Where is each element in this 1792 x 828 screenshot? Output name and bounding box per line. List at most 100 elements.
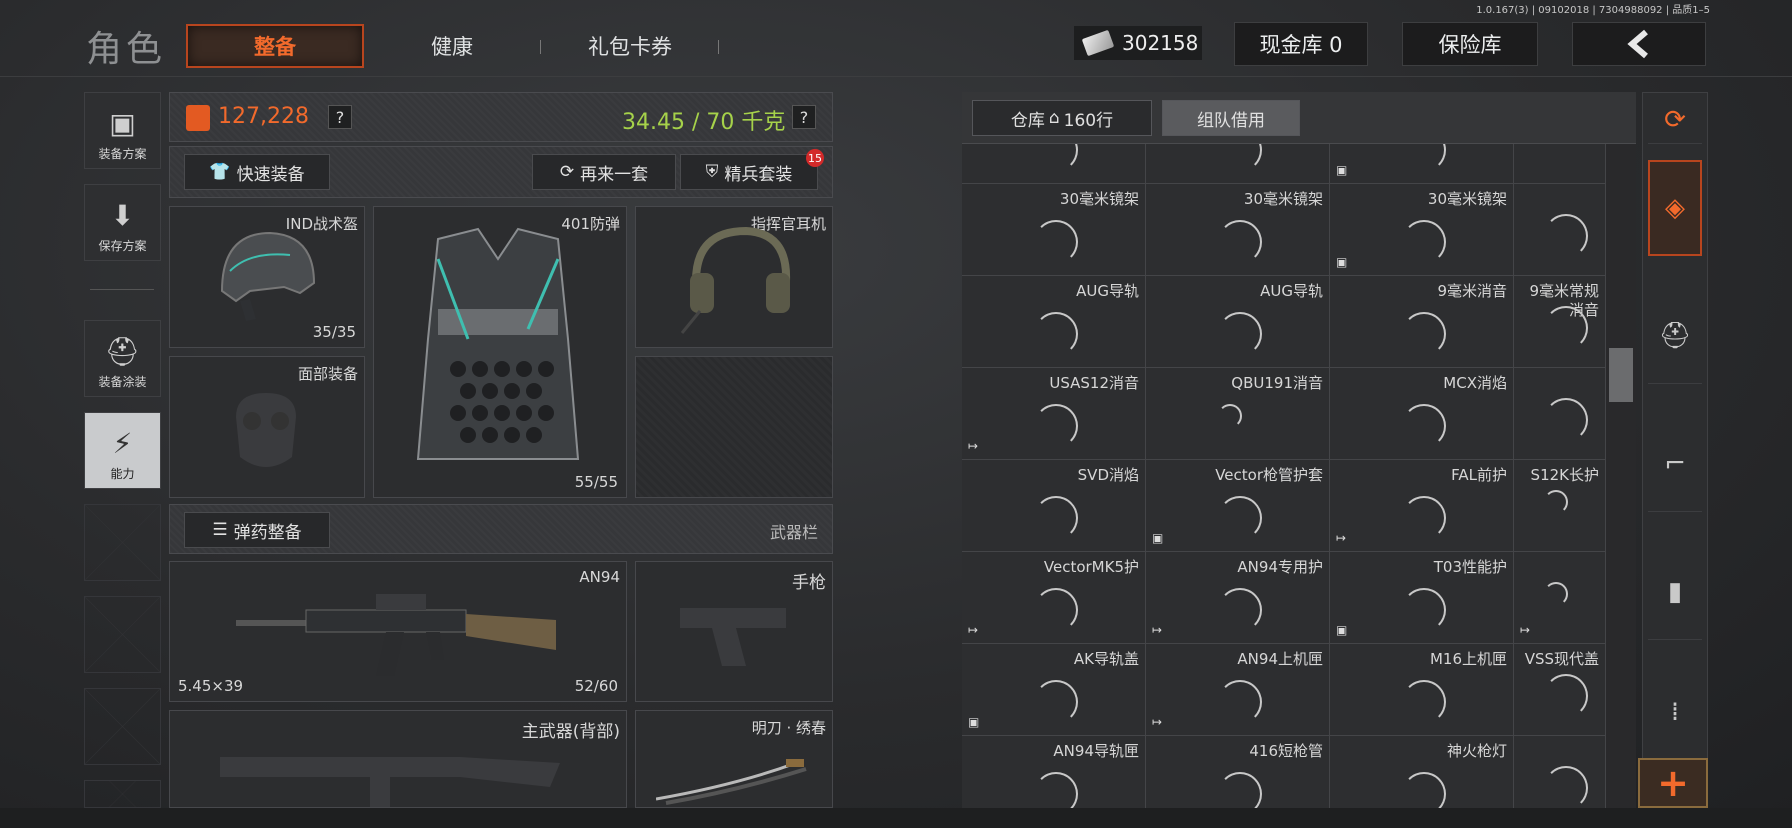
inventory-item-name: M16上机匣 (1429, 650, 1507, 668)
weapon-bar-label: 武器栏 (769, 523, 818, 542)
helmet-slot[interactable]: IND战术盔 35/35 (169, 206, 365, 348)
sword-icon (656, 759, 807, 805)
safe-button[interactable]: 保险库 (1402, 22, 1538, 66)
inventory-item[interactable]: AN94专用护 ↦ (1146, 552, 1330, 644)
secondary-weapon-slot[interactable]: 主武器(背部) (169, 710, 627, 808)
back-button[interactable] (1572, 22, 1706, 66)
stack-active-icon[interactable]: ◈ (1648, 160, 1702, 256)
inventory-item[interactable] (1514, 184, 1606, 276)
exit-icon: ↦ (1520, 623, 1531, 637)
inventory-item[interactable]: 9毫米消音 (1330, 276, 1514, 368)
inventory-item[interactable]: AN94导轨匣 (962, 736, 1146, 808)
inventory-item-name: 416短枪管 (1249, 742, 1323, 760)
stack-refresh-icon[interactable]: ⟳ (1648, 96, 1702, 144)
pistol-slot[interactable]: 手枪 (635, 561, 833, 702)
headset-icon (680, 226, 791, 334)
inventory-item[interactable]: 30毫米镜架 (1146, 184, 1330, 276)
melee-slot[interactable]: 明刀 · 绣春 (635, 710, 833, 808)
empty-equipment-slot[interactable] (635, 356, 833, 498)
scroll-thumb[interactable] (1609, 348, 1633, 402)
weight-help-button[interactable]: ? (792, 105, 816, 129)
quick-equip-button[interactable]: 👕 快速装备 (184, 154, 330, 190)
ammo-icon[interactable]: ⁞ (1648, 672, 1702, 752)
inventory-item[interactable] (1514, 368, 1606, 460)
inventory-item-name: AN94专用护 (1237, 558, 1323, 576)
inventory-item[interactable]: ▣ (1330, 144, 1514, 184)
inventory-item[interactable] (1514, 144, 1606, 184)
again-button[interactable]: ⟳ 再来一套 (532, 154, 676, 190)
inventory-scrollbar[interactable] (1606, 144, 1636, 808)
add-button[interactable]: + (1638, 758, 1708, 808)
inventory-item[interactable]: 30毫米镜架 (962, 184, 1146, 276)
sidebar-empty-slot[interactable] (84, 688, 161, 765)
helmet-icon[interactable]: ⛑ (1648, 288, 1702, 384)
tab-team-borrow[interactable]: 组队借用 (1162, 100, 1300, 136)
inventory-item[interactable]: MCX消焰 (1330, 368, 1514, 460)
inventory-item[interactable]: FAL前护 ↦ (1330, 460, 1514, 552)
sidebar-item-ability[interactable]: ⚡ 能力 (84, 412, 161, 489)
sidebar-item-loadout-plan[interactable]: ▣ 装备方案 (84, 92, 161, 169)
inventory-item[interactable]: T03性能护 ▣ (1330, 552, 1514, 644)
inventory-item[interactable]: 416短枪管 (1146, 736, 1330, 808)
inventory-item[interactable]: S12K长护 (1514, 460, 1606, 552)
tab-health[interactable]: 健康 (392, 24, 512, 68)
exit-icon: ↦ (968, 623, 979, 637)
tab-warehouse[interactable]: 仓库 ⌂ 160行 (972, 100, 1152, 136)
exit-icon: ↦ (1336, 531, 1347, 545)
sidebar-item-paint[interactable]: ⛑ 装备涂装 (84, 320, 161, 397)
rifle-silhouette-icon (220, 757, 560, 807)
loading-spinner-icon (1544, 490, 1568, 514)
loading-spinner-icon (1402, 680, 1446, 724)
sidebar-item-label: 装备涂装 (98, 375, 147, 389)
inventory-item-name: S12K长护 (1530, 466, 1599, 484)
sidebar-empty-slot[interactable] (84, 504, 161, 581)
inventory-item[interactable] (962, 144, 1146, 184)
armor-value-icon (186, 105, 210, 131)
inventory-item[interactable]: AUG导轨 (1146, 276, 1330, 368)
inventory-item[interactable]: QBU191消音 (1146, 368, 1330, 460)
inventory-item[interactable]: 9毫米常规消音 (1514, 276, 1606, 368)
inventory-item-name: AUG导轨 (1260, 282, 1323, 300)
loading-spinner-icon (1544, 214, 1588, 258)
inventory-item[interactable]: 神火枪灯 (1330, 736, 1514, 808)
face-slot[interactable]: 面部装备 (169, 356, 365, 498)
inventory-item[interactable]: SVD消焰 (962, 460, 1146, 552)
inventory-item[interactable] (1514, 736, 1606, 808)
sidebar-item-save-plan[interactable]: ⬇ 保存方案 (84, 184, 161, 261)
refresh-icon: ⟳ (559, 162, 575, 182)
ammo-prep-button[interactable]: ☰ 弹药整备 (184, 512, 330, 548)
tab-equip[interactable]: 整备 (186, 24, 364, 68)
quick-equip-label: 快速装备 (236, 164, 305, 185)
inventory-item[interactable]: ↦ (1514, 552, 1606, 644)
rifle-icon[interactable]: ⌐ (1648, 416, 1702, 512)
inventory-item[interactable]: USAS12消音 ↦ (962, 368, 1146, 460)
warehouse-label: 仓库 (1010, 110, 1045, 131)
primary-weapon-slot[interactable]: AN94 5.45×39 52/60 (169, 561, 627, 702)
inventory-item[interactable]: VSS现代盖 (1514, 644, 1606, 736)
inventory-item[interactable]: AN94上机匣 ↦ (1146, 644, 1330, 736)
sidebar-empty-slot[interactable] (84, 596, 161, 673)
inventory-item[interactable]: AUG导轨 (962, 276, 1146, 368)
armor-slot[interactable]: 401防弹 55/55 (373, 206, 627, 498)
loading-spinner-icon (1218, 772, 1262, 808)
inventory-item-name: FAL前护 (1451, 466, 1507, 484)
elite-set-button[interactable]: ⛨ 精兵套装 (680, 154, 818, 190)
tab-gift-cards[interactable]: 礼包卡券 (560, 24, 700, 68)
loading-spinner-icon (1034, 220, 1078, 264)
loadout-value: 127,228 (218, 104, 309, 129)
inventory-item[interactable]: Vector枪管护套 ▣ (1146, 460, 1330, 552)
sidebar-empty-slot[interactable] (84, 780, 161, 808)
inventory-item[interactable]: AK导轨盖 ▣ (962, 644, 1146, 736)
headset-slot[interactable]: 指挥官耳机 (635, 206, 833, 348)
inventory-item[interactable]: M16上机匣 (1330, 644, 1514, 736)
cash-vault-button[interactable]: 现金库 0 (1234, 22, 1368, 66)
inventory-item-name: T03性能护 (1433, 558, 1507, 576)
value-help-button[interactable]: ? (328, 105, 352, 129)
inventory-item[interactable]: VectorMK5护 ↦ (962, 552, 1146, 644)
inventory-item[interactable]: 30毫米镜架 ▣ (1330, 184, 1514, 276)
warehouse-rows: 160行 (1063, 110, 1114, 131)
inventory-item[interactable] (1146, 144, 1330, 184)
magazine-icon[interactable]: ▮ (1648, 544, 1702, 640)
sidebar-item-label: 装备方案 (98, 147, 147, 161)
lightning-icon: ⚡ (112, 427, 133, 460)
